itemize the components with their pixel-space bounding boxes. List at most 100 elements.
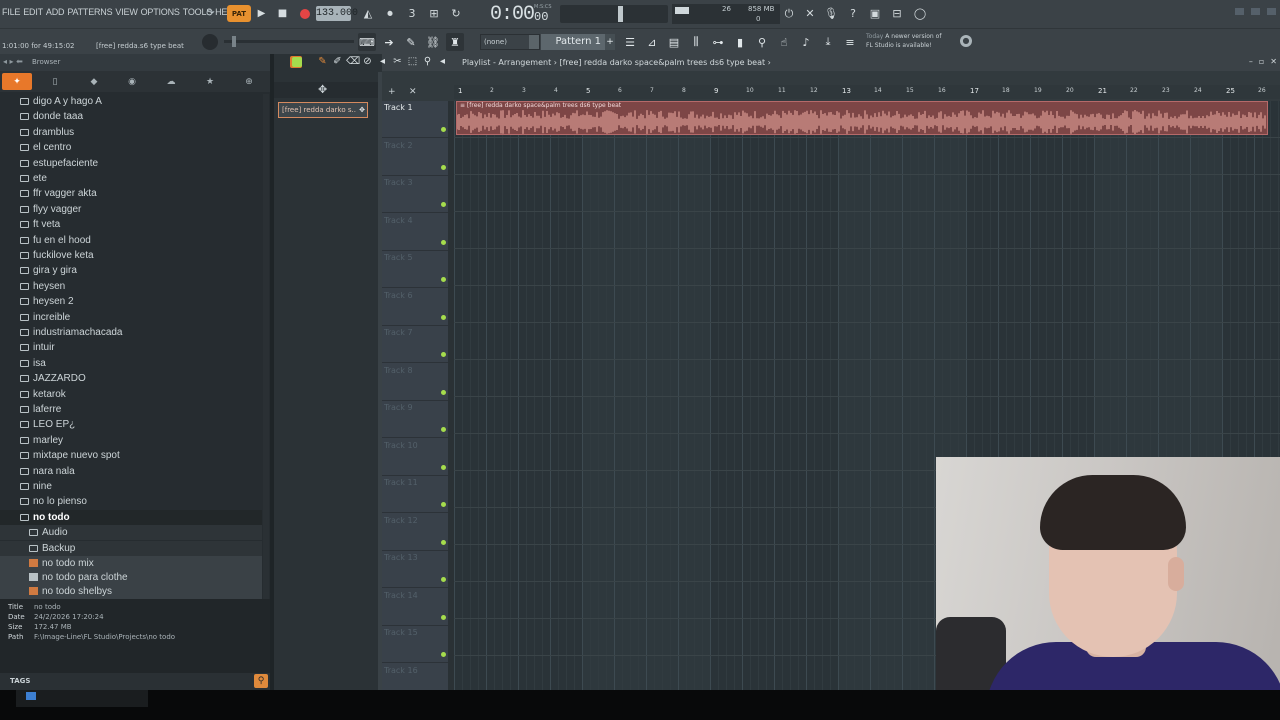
maximize-icon[interactable] bbox=[1251, 8, 1260, 15]
track-enable-led[interactable] bbox=[441, 502, 446, 507]
browser-file[interactable]: no todo para clothe bbox=[0, 570, 262, 585]
move-icon[interactable]: ✥ bbox=[318, 83, 327, 96]
browser-folder[interactable]: heysen 2 bbox=[0, 294, 262, 309]
time-display[interactable]: 0:00 M:S:CS 00 bbox=[486, 1, 556, 27]
globe-icon[interactable]: ● bbox=[960, 35, 972, 47]
browser-file[interactable]: no todo shelbys bbox=[0, 584, 262, 599]
download-icon[interactable]: ⤓ bbox=[819, 33, 837, 51]
browser-folder[interactable]: ketarok bbox=[0, 387, 262, 402]
browser-folder[interactable]: ffr vagger akta bbox=[0, 186, 262, 201]
search-icon[interactable]: ⚲ bbox=[254, 674, 268, 688]
track-enable-led[interactable] bbox=[441, 464, 446, 470]
browser-file[interactable]: no todo mix bbox=[0, 556, 262, 571]
touch-icon[interactable]: ☝ bbox=[775, 33, 793, 51]
master-volume-handle[interactable] bbox=[618, 6, 623, 22]
browser-subfolder[interactable]: Backup bbox=[0, 540, 262, 556]
plugin-icon[interactable]: ⚲ bbox=[753, 33, 771, 51]
all-files-icon[interactable]: ✦ bbox=[2, 73, 32, 90]
step-edit-icon[interactable]: ⊞ bbox=[425, 5, 443, 22]
browser-folder[interactable]: marley bbox=[0, 433, 262, 448]
master-volume-slider[interactable] bbox=[560, 5, 668, 23]
track-header[interactable]: Track 15 bbox=[382, 626, 448, 663]
cloud-icon[interactable]: ☁ bbox=[158, 73, 184, 90]
master-volume-knob[interactable] bbox=[202, 34, 218, 50]
browser-folder[interactable]: heysen bbox=[0, 279, 262, 294]
browser-folder-selected[interactable]: no todo bbox=[0, 509, 262, 525]
track-enable-led[interactable] bbox=[441, 614, 446, 620]
sounds-icon[interactable]: ◉ bbox=[119, 73, 145, 90]
menu-item-view[interactable]: VIEW bbox=[115, 7, 137, 17]
track-header[interactable]: Track 3 bbox=[382, 176, 448, 213]
browser-folder[interactable]: fu en el hood bbox=[0, 233, 262, 248]
picker-clip[interactable]: [free] redda darko s.. ✥ bbox=[278, 102, 368, 118]
playlist-icon[interactable]: ☰ bbox=[621, 33, 639, 51]
add-track-icon[interactable]: + bbox=[388, 87, 396, 97]
chat-icon[interactable]: ◯ bbox=[911, 5, 929, 22]
track-enable-led[interactable] bbox=[441, 577, 446, 582]
countdown-icon[interactable]: 3 bbox=[403, 5, 421, 22]
microphone-icon[interactable]: 🎙 bbox=[822, 5, 840, 22]
minimize-icon[interactable]: – bbox=[1249, 57, 1253, 66]
track-header[interactable]: Track 8 bbox=[382, 364, 448, 401]
metronome-icon[interactable]: ◭ bbox=[359, 5, 377, 22]
master-pitch-handle[interactable] bbox=[232, 36, 236, 47]
zoom-icon[interactable]: ⚲ bbox=[421, 56, 434, 69]
mixer-icon[interactable]: ⊟ bbox=[888, 5, 906, 22]
panic-icon[interactable]: ✕ bbox=[801, 5, 819, 22]
reset-icon[interactable]: ⏻ bbox=[780, 5, 798, 22]
track-header[interactable]: Track 13 bbox=[382, 551, 448, 588]
play-button[interactable]: ▶ bbox=[253, 5, 270, 22]
browser-folder[interactable]: JAZZARDO bbox=[0, 371, 262, 386]
link-icon[interactable]: ⛓ bbox=[424, 33, 442, 51]
pattern-song-toggle[interactable]: PAT bbox=[227, 5, 251, 22]
stop-button[interactable]: ■ bbox=[274, 5, 291, 22]
browser-folder[interactable]: el centro bbox=[0, 140, 262, 155]
track-header[interactable]: Track 12 bbox=[382, 514, 448, 551]
track-enable-led[interactable] bbox=[441, 539, 446, 545]
track-header[interactable]: Track 5 bbox=[382, 251, 448, 288]
track-header[interactable]: Track 10 bbox=[382, 439, 448, 476]
menu-item-edit[interactable]: EDIT bbox=[23, 7, 43, 17]
browser-folder[interactable]: isa bbox=[0, 356, 262, 371]
timeline-ruler[interactable]: 1 2 3 4 5 6 7 8 9 10 11 12 13 14 15 16 17 18 19 20 21 22 23 24 2… bbox=[454, 85, 1280, 99]
stamp-icon[interactable]: ♜ bbox=[446, 33, 464, 51]
track-enable-led[interactable] bbox=[441, 427, 446, 432]
keyboard-icon[interactable]: ⌨ bbox=[358, 33, 376, 51]
browser-folder[interactable]: laferre bbox=[0, 402, 262, 417]
loop-record-icon[interactable]: ↻ bbox=[447, 5, 465, 22]
audio-clip[interactable]: ≡ [free] redda darko space&palm trees ds… bbox=[456, 101, 1268, 135]
browser-folder[interactable]: no lo pienso bbox=[0, 494, 262, 509]
browser-folder[interactable]: estupefaciente bbox=[0, 156, 262, 171]
news-panel[interactable]: Today A newer version of FL Studio is av… bbox=[866, 32, 941, 50]
browser-folder[interactable]: fuckilove keta bbox=[0, 248, 262, 263]
track-header[interactable]: Track 14 bbox=[382, 589, 448, 626]
snap-select[interactable]: (none) bbox=[480, 34, 540, 50]
browser-view-icon[interactable]: ⊶ bbox=[709, 33, 727, 51]
menu-item-patterns[interactable]: PATTERNS bbox=[67, 7, 112, 17]
track-enable-led[interactable] bbox=[441, 239, 446, 245]
maximize-icon[interactable]: ▫ bbox=[1259, 57, 1264, 66]
browser-folder[interactable]: digo A y hago A bbox=[0, 94, 262, 109]
menu-item-add[interactable]: ADD bbox=[46, 7, 65, 17]
browser-folder[interactable]: increible bbox=[0, 310, 262, 325]
project-icon[interactable]: ▮ bbox=[731, 33, 749, 51]
track-enable-led[interactable] bbox=[441, 127, 446, 132]
paint-icon[interactable]: ✐ bbox=[331, 56, 344, 69]
track-enable-led[interactable] bbox=[441, 314, 446, 320]
select-icon[interactable]: ⬚ bbox=[406, 56, 419, 69]
browser-subfolder[interactable]: Audio bbox=[0, 525, 262, 541]
help-icon[interactable]: ? bbox=[844, 5, 862, 22]
tempo-tap-icon[interactable]: ♪ bbox=[797, 33, 815, 51]
browser-scrollbar[interactable] bbox=[263, 94, 269, 599]
playback-icon[interactable]: ◂ bbox=[436, 56, 449, 69]
piano-roll-icon[interactable]: ⊿ bbox=[643, 33, 661, 51]
track-enable-led[interactable] bbox=[441, 389, 446, 395]
track-enable-led[interactable] bbox=[441, 277, 446, 282]
close-icon[interactable]: ✕ bbox=[1270, 57, 1277, 66]
track-enable-led[interactable] bbox=[441, 202, 446, 207]
mute-icon[interactable]: ⊘ bbox=[361, 56, 374, 69]
track-enable-led[interactable] bbox=[441, 652, 446, 657]
browser-folder[interactable]: intuir bbox=[0, 340, 262, 355]
record-button[interactable] bbox=[296, 5, 313, 22]
slip-icon[interactable]: ◂ bbox=[376, 56, 389, 69]
